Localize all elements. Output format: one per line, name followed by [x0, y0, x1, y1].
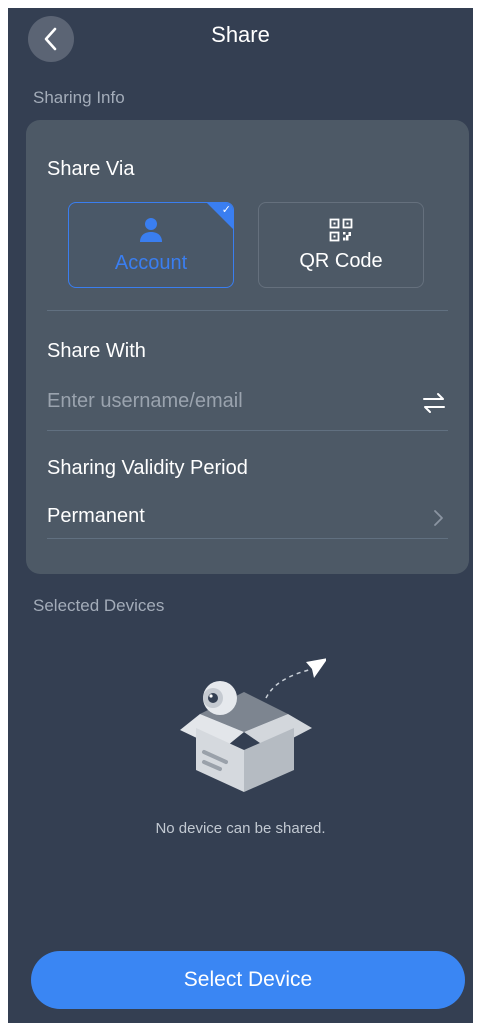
selected-devices-label: Selected Devices — [33, 596, 165, 615]
person-icon — [140, 217, 162, 242]
chevron-right-icon — [434, 510, 443, 526]
empty-state-message: No device can be shared. — [155, 820, 326, 837]
share-via-account-option[interactable]: ✓ Account — [68, 202, 234, 288]
account-option-label: Account — [114, 251, 188, 274]
share-via-qr-option[interactable]: QR Code — [258, 202, 424, 288]
divider — [47, 430, 448, 431]
share-screen: Share Sharing Info Share Via ✓ Account Q… — [8, 8, 473, 1023]
page-title: Share — [211, 22, 270, 47]
qr-code-option-label: QR Code — [299, 249, 383, 272]
share-with-label: Share With — [47, 340, 146, 362]
qr-code-icon — [329, 218, 353, 241]
username-email-input[interactable] — [47, 390, 397, 413]
sharing-info-label: Sharing Info — [33, 88, 125, 107]
select-device-button[interactable]: Select Device — [31, 951, 465, 1009]
check-icon: ✓ — [221, 204, 231, 216]
divider — [47, 310, 448, 311]
divider — [47, 538, 448, 539]
empty-box-icon — [180, 658, 326, 792]
validity-period-label: Sharing Validity Period — [47, 457, 248, 479]
validity-period-value: Permanent — [47, 505, 145, 527]
swap-icon[interactable] — [421, 390, 447, 416]
validity-period-selector[interactable]: Permanent — [26, 498, 469, 538]
share-via-label: Share Via — [47, 158, 135, 180]
sharing-info-card: Share Via ✓ Account QR Code Share With E… — [26, 120, 469, 574]
